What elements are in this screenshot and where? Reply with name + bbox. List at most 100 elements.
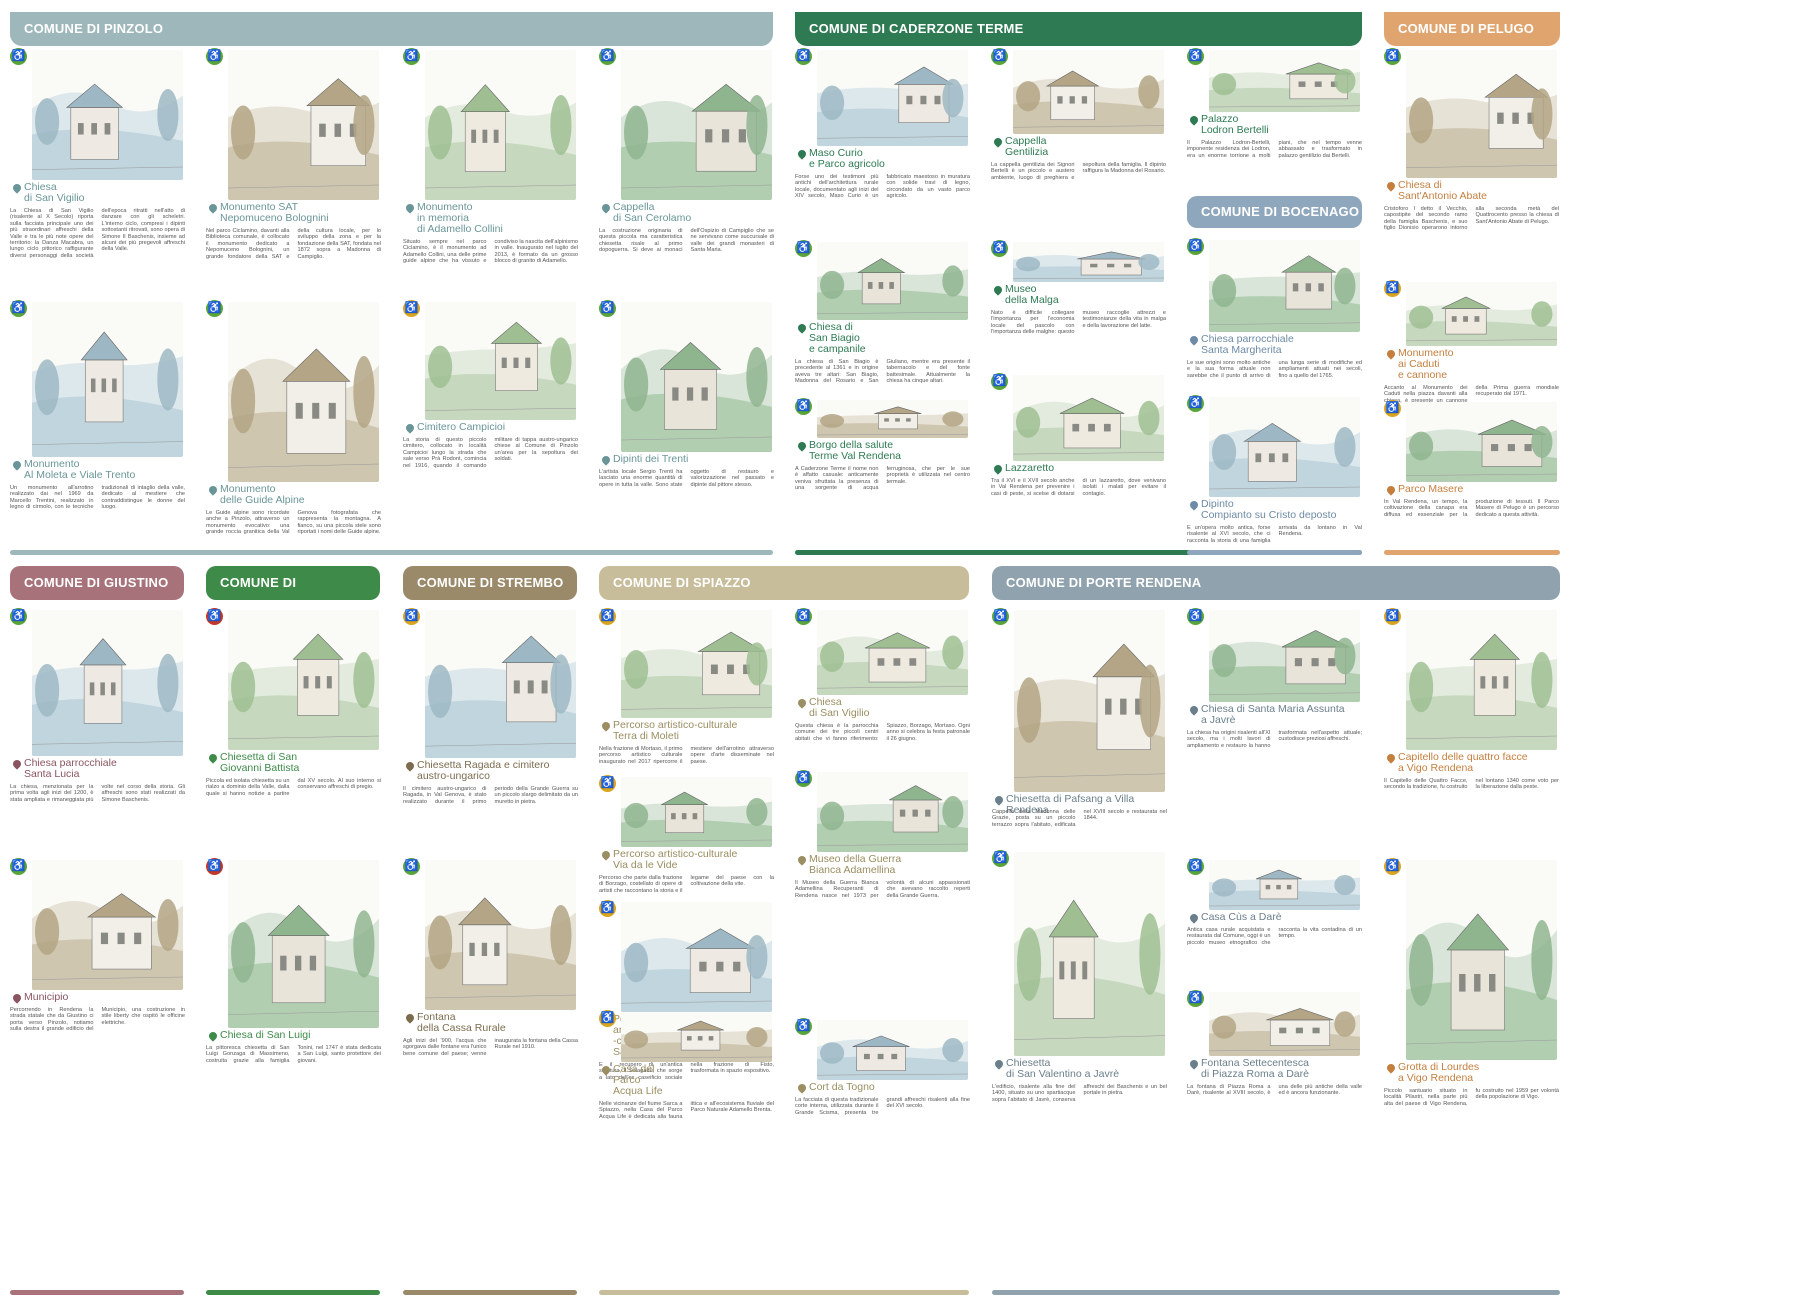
poi-title: Fontana della Cassa Rurale: [417, 1011, 506, 1034]
accessibility-icon: ♿: [1187, 395, 1204, 412]
accessibility-icon: ♿: [206, 48, 223, 65]
illustration: [1013, 50, 1164, 134]
illustration: [621, 610, 772, 718]
illustration: [32, 860, 183, 990]
poi-title: Lazzaretto: [1005, 462, 1055, 474]
accessibility-icon: ♿: [1187, 48, 1204, 65]
poi-description: La storia di questo piccolo cimitero, co…: [403, 437, 578, 469]
illustration: [621, 777, 772, 847]
header-pelugo: COMUNE DI PELUGO: [1384, 12, 1560, 46]
poi-description: A Caderzone Terme il nome non è affatto …: [795, 466, 970, 492]
illustration: [1406, 610, 1557, 750]
accessibility-icon: ♿: [795, 398, 812, 415]
accessibility-icon: ♿: [1384, 400, 1401, 417]
poi-title: Borgo della salute Terme Val Rendena: [809, 439, 902, 462]
header-giustino: COMUNE DI GIUSTINO: [10, 566, 184, 600]
header-bocenago: COMUNE DI BOCENAGO: [1187, 196, 1362, 228]
illustration: [425, 302, 576, 420]
location-pin-icon: [1386, 1064, 1396, 1076]
divider-giustino: [10, 1290, 184, 1295]
poi-description: Agli inizi del '900, l'acqua che sgorgav…: [403, 1038, 578, 1057]
poi-title: Capitello delle quattro facce a Vigo Ren…: [1398, 751, 1528, 774]
accessibility-icon: ♿: [599, 900, 616, 917]
illustration: [1209, 240, 1360, 332]
illustration: [32, 50, 183, 180]
accessibility-icon: ♿: [795, 240, 812, 257]
poi-description: In Val Rendena, un tempo, la coltivazion…: [1384, 499, 1559, 518]
location-pin-icon: [12, 760, 22, 772]
accessibility-icon: ♿: [10, 48, 27, 65]
accessibility-icon: ♿: [403, 608, 420, 625]
location-pin-icon: [1189, 1060, 1199, 1072]
poi-title: Chiesa di Sant'Antonio Abate: [1398, 179, 1487, 202]
poi-description: Nella frazione di Mortaso, il primo perc…: [599, 746, 774, 765]
illustration: [32, 302, 183, 457]
accessibility-icon: ♿: [795, 1018, 812, 1035]
location-pin-icon: [601, 722, 611, 734]
location-pin-icon: [208, 754, 218, 766]
illustration: [1014, 852, 1165, 1056]
accessibility-icon: ♿: [1187, 608, 1204, 625]
poi-description: La Chiesa di San Vigilio (risalente al X…: [10, 208, 185, 259]
accessibility-icon: ♿: [206, 608, 223, 625]
illustration: [32, 610, 183, 756]
poi-title: Chiesa di San Vigilio: [809, 696, 870, 719]
poi-description: Un monumento all'arrotino realizzato dai…: [10, 485, 185, 511]
location-pin-icon: [797, 150, 807, 162]
poi-title: Percorso artistico-culturale Via da le V…: [613, 848, 738, 871]
accessibility-icon: ♿: [599, 300, 616, 317]
poi-title: Cort da Togno: [809, 1081, 875, 1093]
illustration: [817, 772, 968, 852]
poi-description: La pittoresca chiesetta di San Luigi Gon…: [206, 1045, 381, 1064]
poi-title: Chiesetta di San Giovanni Battista: [220, 751, 300, 774]
poi-title: Museo della Guerra Bianca Adamellina: [809, 853, 902, 876]
illustration: [1209, 397, 1360, 497]
accessibility-icon: ♿: [992, 850, 1009, 867]
poi-title: Chiesa di San Biagio e campanile: [809, 321, 866, 355]
illustration: [817, 610, 968, 695]
accessibility-icon: ♿: [1384, 858, 1401, 875]
poi-description: La facciata di questa tradizionale corte…: [795, 1097, 970, 1116]
accessibility-icon: ♿: [991, 240, 1008, 257]
illustration: [1209, 50, 1360, 112]
poi-description: Tra il XVI e il XVII secolo anche in Val…: [991, 478, 1166, 497]
poi-title: Cimitero Campicioi: [417, 421, 506, 433]
poi-title: Monumento Al Moleta e Viale Trento: [24, 458, 136, 481]
poi-title: Municipio: [24, 991, 69, 1003]
divider-massimeno: [206, 1290, 380, 1295]
location-pin-icon: [405, 1014, 415, 1026]
illustration: [817, 50, 968, 146]
location-pin-icon: [994, 796, 1004, 808]
location-pin-icon: [208, 1032, 218, 1044]
accessibility-icon: ♿: [795, 48, 812, 65]
illustration: [228, 50, 379, 200]
location-pin-icon: [208, 204, 218, 216]
poi-description: È un'opera molto antica, forse risalente…: [1187, 525, 1362, 544]
illustration: [425, 50, 576, 200]
location-pin-icon: [405, 424, 415, 436]
location-pin-icon: [12, 184, 22, 196]
poi-title: Monumento delle Guide Alpine: [220, 483, 305, 506]
location-pin-icon: [1189, 501, 1199, 513]
poi-description: Il Museo della Guerra Bianca Adamellina …: [795, 880, 970, 899]
accessibility-icon: ♿: [1384, 280, 1401, 297]
accessibility-icon: ♿: [10, 858, 27, 875]
accessibility-icon: ♿: [992, 608, 1009, 625]
accessibility-icon: ♿: [10, 608, 27, 625]
illustration: [425, 610, 576, 758]
poi-description: L'artista locale Sergio Trenti ha lascia…: [599, 469, 774, 488]
poi-title: Museo della Malga: [1005, 283, 1059, 306]
header-pinzolo: COMUNE DI PINZOLO: [10, 12, 773, 46]
illustration: [228, 860, 379, 1028]
poi-title: Monumento ai Caduti e cannone: [1398, 347, 1454, 381]
poi-title: Dipinto Compianto su Cristo deposto: [1201, 498, 1337, 521]
header-strembo: COMUNE DI STREMBO: [403, 566, 577, 600]
illustration: [817, 242, 968, 320]
poi-description: La chiesa ha origini risalenti all'XI se…: [1187, 730, 1362, 749]
accessibility-icon: ♿: [1384, 48, 1401, 65]
accessibility-icon: ♿: [1187, 238, 1204, 255]
illustration: [817, 400, 968, 438]
divider-porte: [992, 1290, 1560, 1295]
location-pin-icon: [993, 286, 1003, 298]
location-pin-icon: [797, 699, 807, 711]
